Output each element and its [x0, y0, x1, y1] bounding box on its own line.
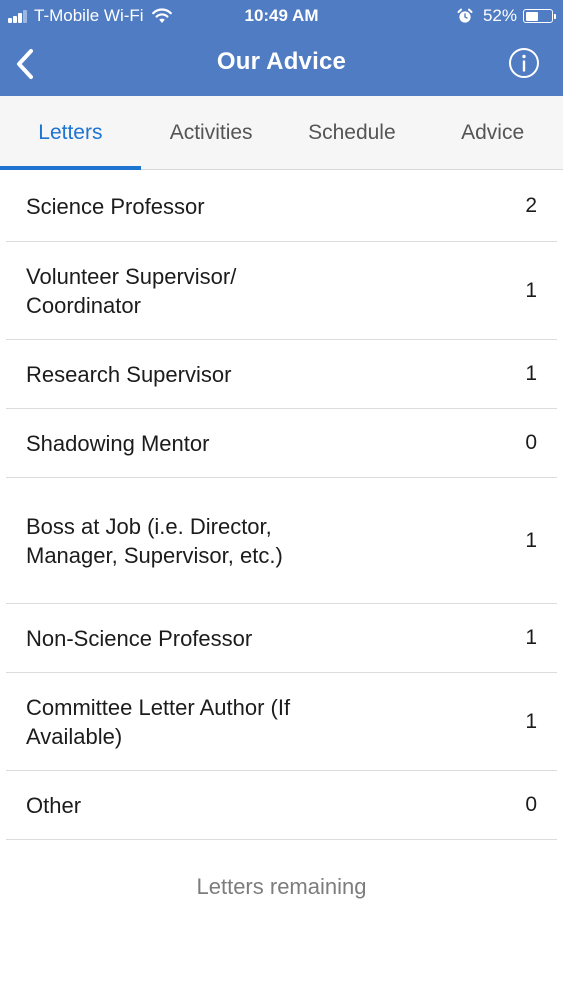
list-item-count: 1: [525, 626, 537, 649]
letters-remaining-label: Letters remaining: [196, 874, 367, 899]
list-item-count: 1: [525, 528, 537, 552]
list-item-count: 1: [525, 362, 537, 385]
list-item-label: Science Professor: [26, 193, 205, 219]
status-bar: T-Mobile Wi-Fi 10:49 AM 52%: [0, 0, 563, 34]
list-item-count: 1: [525, 278, 537, 302]
battery-icon: [523, 9, 556, 23]
list-item[interactable]: Other 0: [6, 771, 557, 840]
list-item-label: Committee Letter Author (If Available): [26, 694, 291, 749]
status-right: 52%: [457, 6, 556, 26]
list-item-label: Shadowing Mentor: [26, 430, 210, 456]
list-item-label: Non-Science Professor: [26, 625, 253, 651]
alarm-icon: [457, 8, 473, 23]
tab-advice[interactable]: Advice: [422, 96, 563, 169]
tab-schedule[interactable]: Schedule: [282, 96, 423, 169]
list-item-label: Volunteer Supervisor/ Coordinator: [26, 263, 237, 318]
list-item[interactable]: Boss at Job (i.e. Director, Manager, Sup…: [6, 478, 557, 604]
tab-bar: Letters Activities Schedule Advice: [0, 96, 563, 170]
list-item-label: Research Supervisor: [26, 361, 232, 387]
tab-activities[interactable]: Activities: [141, 96, 282, 169]
list-item-label: Boss at Job (i.e. Director, Manager, Sup…: [26, 513, 283, 568]
list-item[interactable]: Science Professor 2: [6, 171, 557, 242]
list-item[interactable]: Research Supervisor 1: [6, 340, 557, 409]
navigation-bar: Our Advice: [0, 34, 563, 94]
page-title: Our Advice: [216, 48, 347, 75]
info-icon: [509, 48, 539, 78]
app-header: T-Mobile Wi-Fi 10:49 AM 52% Our Advice: [0, 0, 563, 96]
battery-percent: 52%: [482, 6, 517, 25]
letters-list: Science Professor 2 Volunteer Supervisor…: [0, 171, 563, 840]
list-item-label: Other: [26, 792, 82, 818]
info-button[interactable]: [507, 46, 541, 80]
list-item[interactable]: Shadowing Mentor 0: [6, 409, 557, 478]
list-item[interactable]: Committee Letter Author (If Available) 1: [6, 673, 557, 771]
battery-fill: [525, 11, 538, 21]
list-item-count: 1: [525, 709, 537, 733]
list-item[interactable]: Volunteer Supervisor/ Coordinator 1: [6, 242, 557, 340]
list-item[interactable]: Non-Science Professor 1: [6, 604, 557, 673]
tab-letters[interactable]: Letters: [0, 96, 141, 170]
list-item-count: 0: [525, 431, 537, 454]
list-item-count: 0: [525, 793, 537, 816]
list-item-count: 2: [525, 194, 537, 217]
